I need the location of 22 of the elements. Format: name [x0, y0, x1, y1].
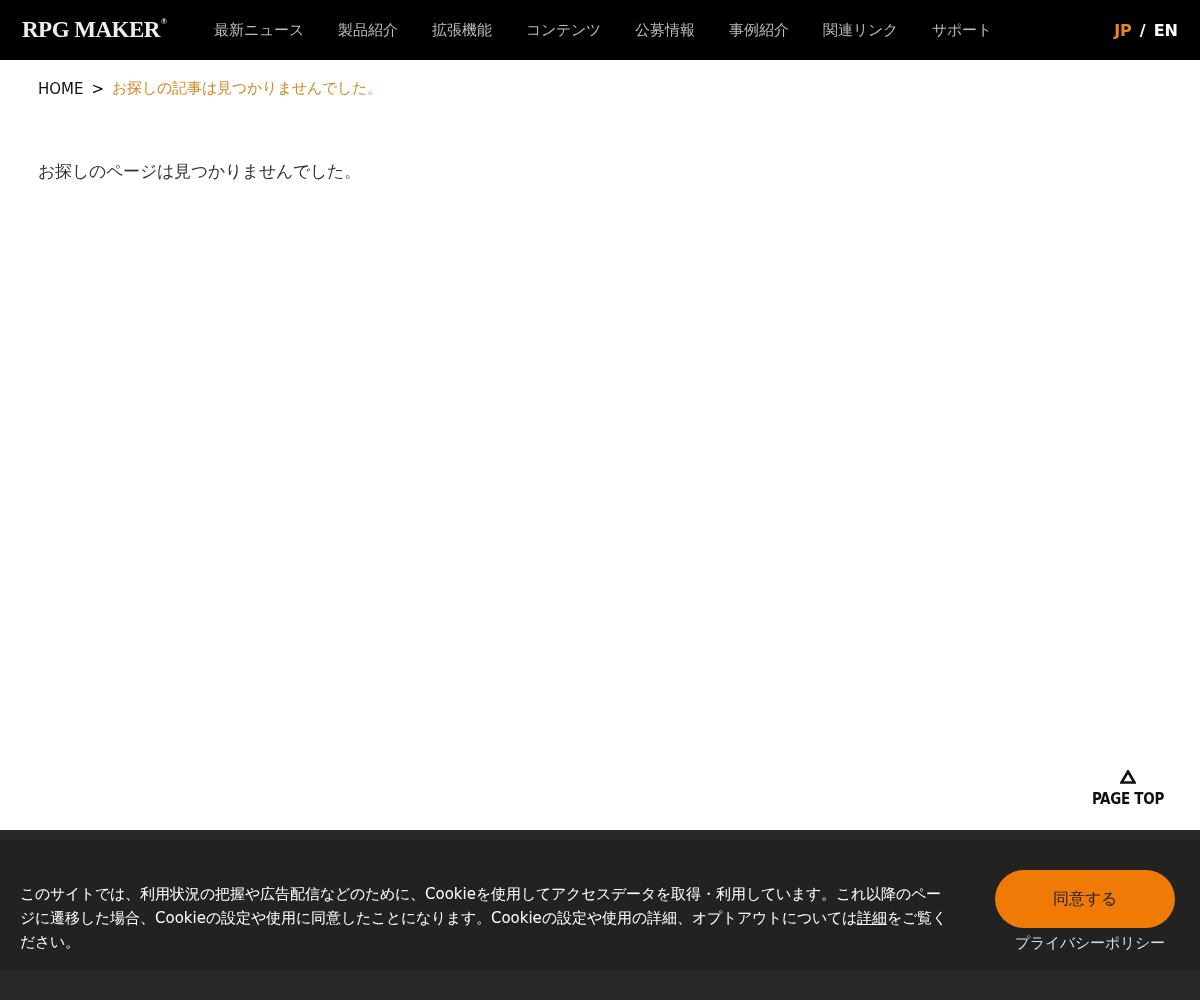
nav-link[interactable]: 拡張機能 [432, 20, 493, 40]
privacy-policy-link[interactable]: プライバシーポリシー [1015, 934, 1165, 953]
nav-link[interactable]: 公募情報 [635, 20, 696, 40]
language-link[interactable]: JP [1114, 20, 1132, 40]
page-top-link[interactable]: PAGE TOP [1091, 770, 1164, 808]
cookie-notice-text: このサイトでは、利用状況の把握や広告配信などのために、Cookieを使用してアクセスデータを取得・利用しています。これ以降のページに遷移した場合、Cookieの設定や使用に同意したことになります。Cookieの設定や使用の詳細、オプトアウトについては詳細をご覧ください。 [20, 884, 948, 953]
triangle-up-icon [1119, 770, 1136, 784]
breadcrumb-separator: > [91, 79, 105, 98]
nav-link[interactable]: 関連リンク [823, 20, 899, 40]
language-link[interactable]: EN [1153, 20, 1178, 40]
nav-link[interactable]: 製品紹介 [338, 20, 399, 40]
breadcrumb-link[interactable]: HOME [38, 79, 84, 98]
nav-link[interactable]: コンテンツ [526, 20, 602, 40]
site-logo[interactable]: RPG MAKER$^{®}$ [22, 17, 167, 43]
not-found-message: お探しのページは見つかりませんでした。 [38, 160, 362, 183]
language-separator: / [1139, 20, 1146, 40]
nav-link[interactable]: 最新ニュース [214, 20, 305, 40]
details-link[interactable]: 詳細 [856, 909, 887, 927]
nav-link[interactable]: 事例紹介 [729, 20, 790, 40]
breadcrumb-current: お探しの記事は見つかりませんでした。 [112, 79, 383, 98]
nav-link[interactable]: サポート [932, 20, 993, 40]
accept-button[interactable]: 同意する [995, 870, 1175, 928]
